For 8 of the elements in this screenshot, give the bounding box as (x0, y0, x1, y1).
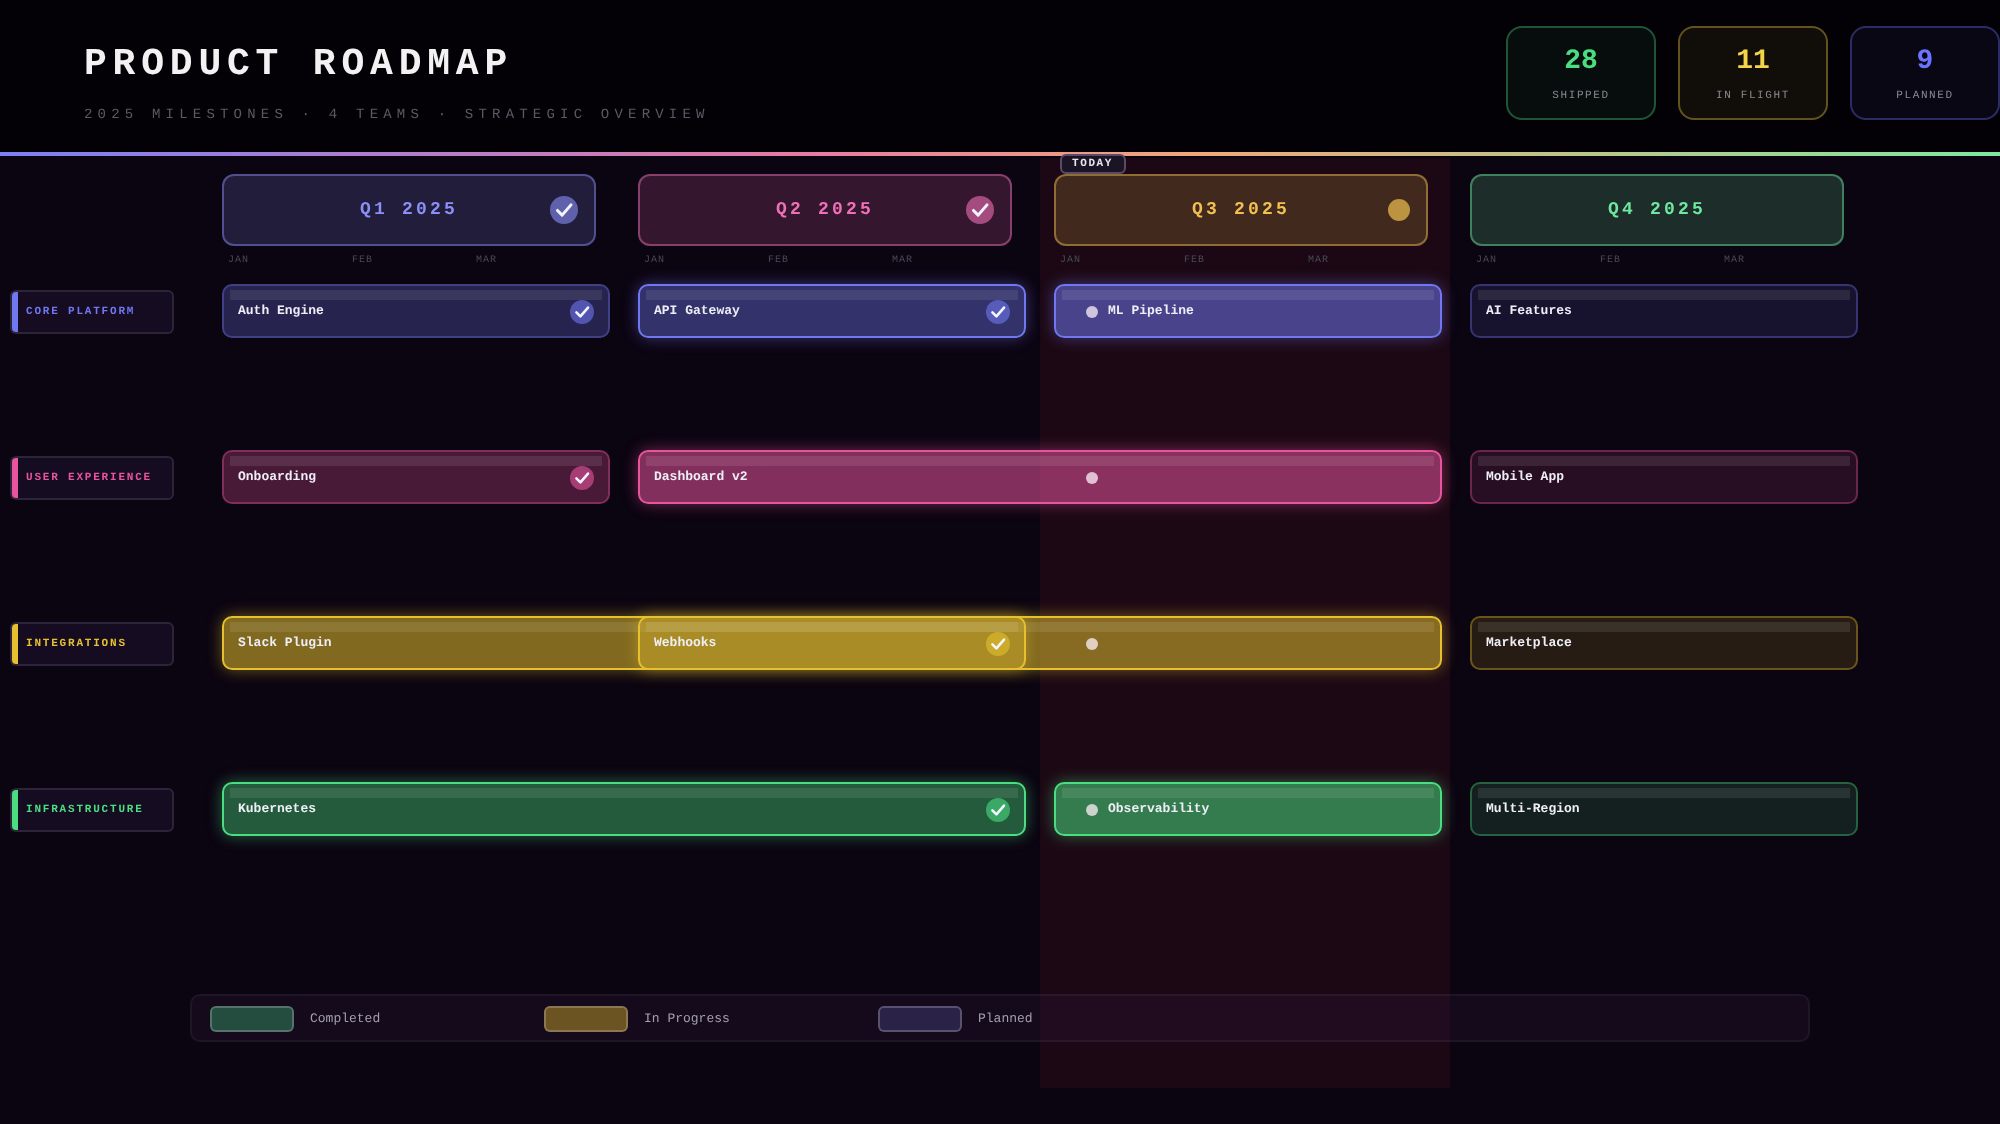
page-title: PRODUCT ROADMAP (84, 42, 514, 86)
stat-value: 28 (1564, 45, 1598, 77)
quarter-title: Q2 2025 (775, 198, 874, 222)
stat-value: 11 (1736, 45, 1770, 77)
quarter-title: Q1 2025 (359, 198, 458, 222)
stat-value: 9 (1916, 45, 1934, 77)
quarter-title: Q3 2025 (1191, 198, 1290, 222)
quarter-title: Q4 2025 (1607, 198, 1706, 222)
